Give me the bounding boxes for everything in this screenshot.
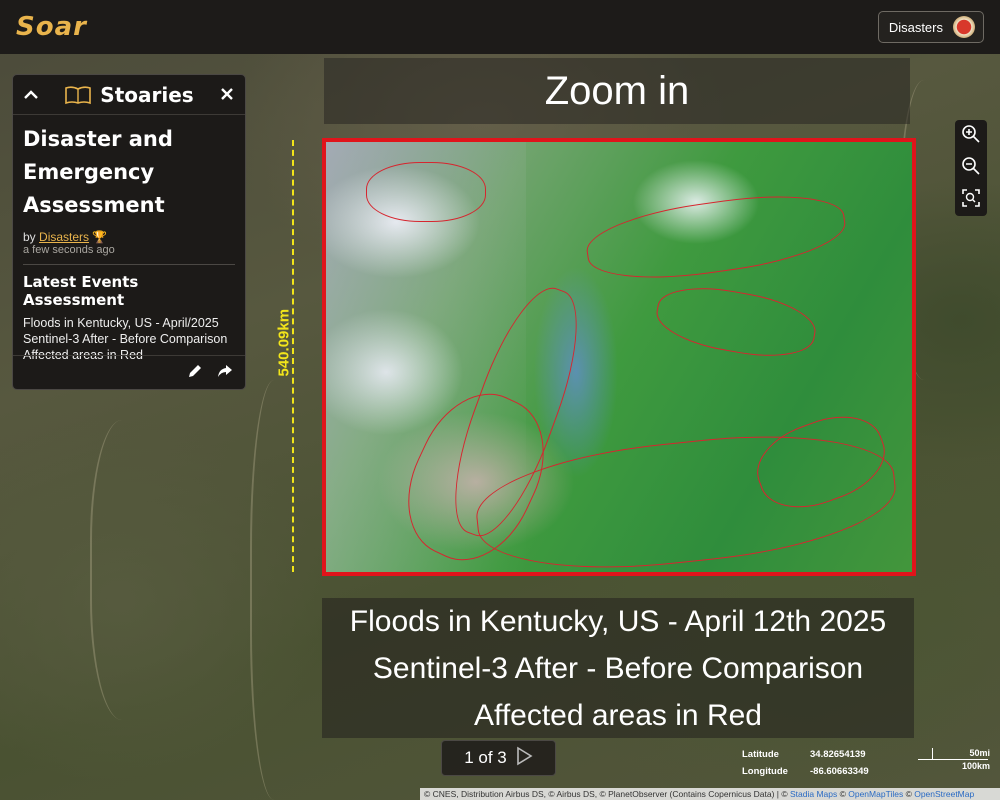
map-attribution: © CNES, Distribution Airbus DS, © Airbus… — [420, 788, 1000, 800]
story-title-line: Assessment — [23, 193, 165, 217]
map-controls — [955, 120, 987, 216]
divider — [23, 264, 235, 265]
close-icon[interactable] — [219, 84, 235, 105]
description-line: Sentinel-3 After - Before Comparison — [23, 332, 228, 346]
timestamp: a few seconds ago — [23, 244, 115, 256]
flood-outline — [366, 162, 486, 222]
top-bar: Soar Disasters — [0, 0, 1000, 54]
attribution-link-openmaptiles[interactable]: OpenMapTiles — [848, 789, 903, 799]
by-label: by — [23, 230, 36, 244]
zoom-in-icon[interactable] — [961, 124, 981, 148]
scale-km: 100km — [961, 761, 990, 771]
disasters-label: Disasters — [888, 19, 943, 35]
map-river — [90, 420, 170, 720]
zoom-out-icon[interactable] — [961, 156, 981, 180]
section-title: Latest Events Assessment — [23, 273, 139, 309]
page-indicator: 1 of 3 — [464, 748, 507, 767]
disasters-badge-icon — [953, 16, 975, 38]
attribution-text: © CNES, Distribution Airbus DS, © Airbus… — [424, 789, 790, 799]
soar-logo[interactable]: Soar — [16, 12, 87, 42]
latitude-value: 34.82654139 — [810, 749, 866, 760]
scale-miles: 50mi — [969, 748, 990, 758]
trophy-icon: 🏆 — [92, 230, 108, 244]
story-title-line: Emergency — [23, 160, 155, 184]
next-page-play-icon[interactable] — [515, 746, 533, 771]
map-river — [250, 380, 310, 800]
logo-text: Soar — [16, 12, 87, 42]
author-link[interactable]: Disasters — [39, 230, 89, 244]
story-title-line: Disaster and — [23, 127, 173, 151]
description-line: Floods in Kentucky, US - April/2025 — [23, 316, 219, 330]
caption-line: Affected areas in Red — [474, 698, 762, 732]
image-caption: Floods in Kentucky, US - April 12th 2025… — [322, 598, 914, 738]
map-scale-bar: 50mi 100km — [918, 748, 990, 772]
share-arrow-icon[interactable] — [217, 363, 233, 382]
longitude-value: -86.60663349 — [810, 766, 869, 777]
caption-line: Floods in Kentucky, US - April 12th 2025 — [349, 604, 887, 638]
attribution-link-openstreetmap[interactable]: OpenStreetMap — [914, 789, 974, 799]
open-book-icon — [64, 85, 92, 105]
disasters-button[interactable]: Disasters — [877, 11, 984, 43]
zoom-in-heading: Zoom in — [324, 58, 910, 124]
latitude-label: Latitude — [742, 749, 779, 760]
cursor-coordinates: Latitude 34.82654139 Longitude -86.60663… — [742, 746, 869, 780]
collapse-chevron-up-icon[interactable] — [23, 84, 39, 105]
story-title: Disaster and Emergency Assessment — [23, 123, 235, 222]
byline: by Disasters 🏆 — [23, 230, 235, 244]
panel-header: Stoaries — [13, 75, 245, 115]
stoaries-panel: Stoaries Disaster and Emergency Assessme… — [12, 74, 246, 390]
attribution-link-stadia[interactable]: Stadia Maps — [790, 789, 837, 799]
edit-pencil-icon[interactable] — [187, 363, 203, 383]
longitude-label: Longitude — [742, 766, 788, 777]
scale-measure-label: 540.09km — [275, 308, 293, 377]
highlighted-satellite-image[interactable] — [322, 138, 916, 576]
panel-footer — [13, 355, 245, 389]
caption-line: Sentinel-3 After - Before Comparison — [372, 651, 864, 685]
zoom-to-fit-icon[interactable] — [961, 188, 981, 212]
pagination: 1 of 3 — [441, 740, 556, 776]
panel-title: Stoaries — [100, 82, 194, 107]
